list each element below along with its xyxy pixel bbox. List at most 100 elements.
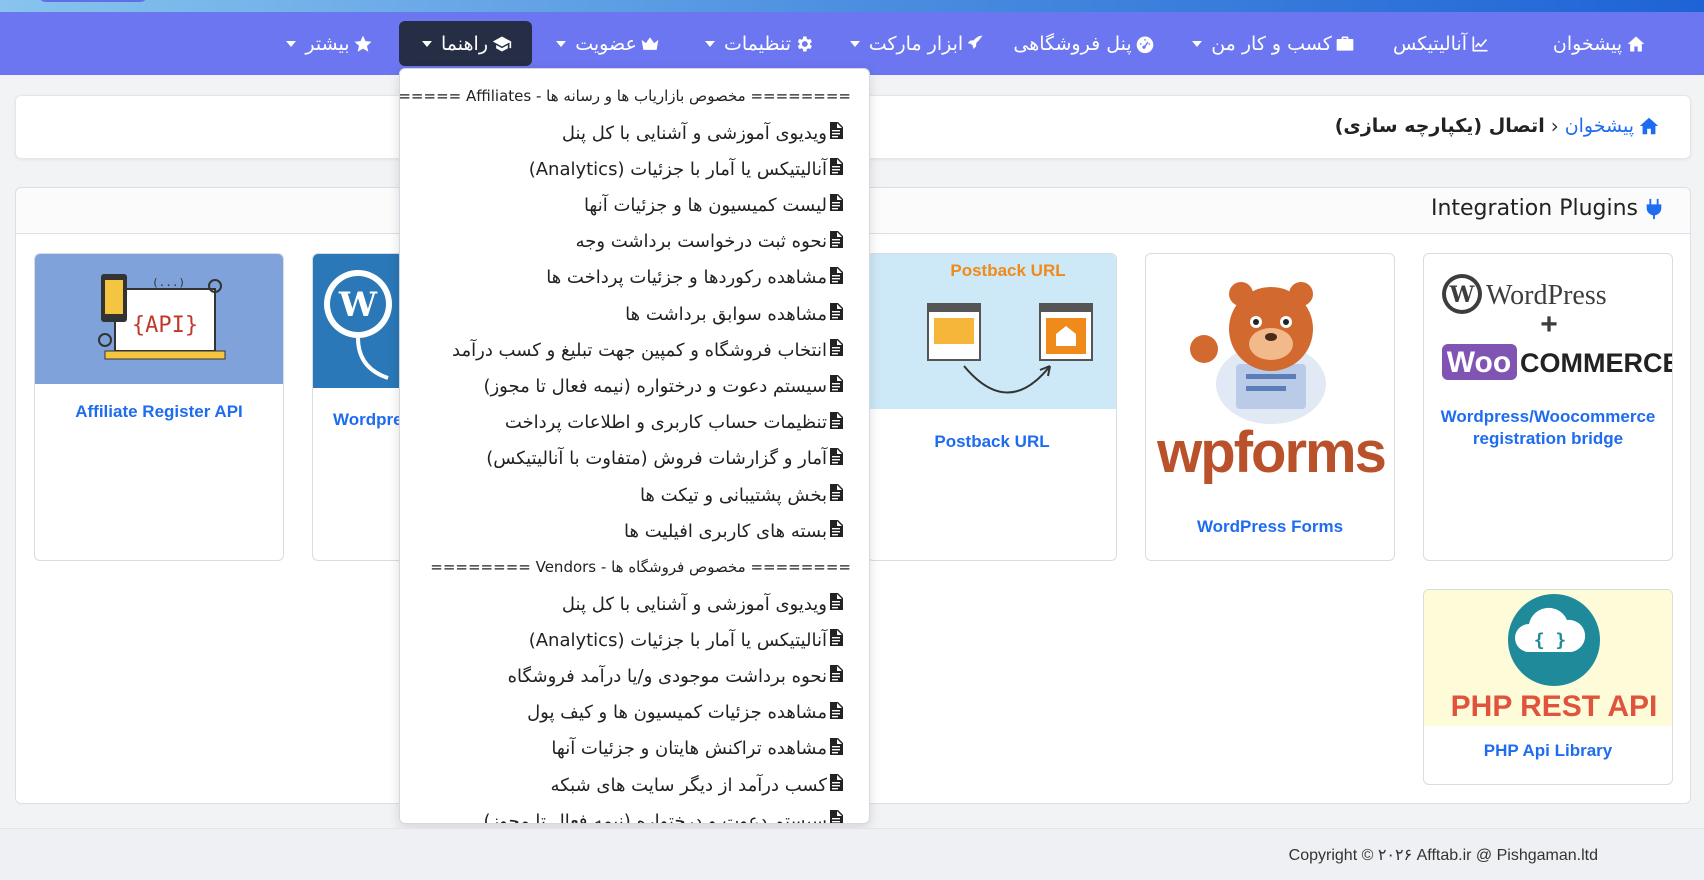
dropdown-item[interactable]: آنالیتیکس یا آمار با جزئیات (Analytics) (529, 158, 843, 180)
gear-icon (794, 33, 814, 55)
dropdown-item[interactable]: ویدیوی آموزشی و آشنایی با کل پنل (562, 593, 843, 615)
svg-text:{API}: {API} (132, 313, 198, 338)
plugin-label: Affiliate Register API (75, 402, 243, 421)
nav-dashboard-label: پیشخوان (1552, 32, 1623, 55)
dropdown-item[interactable]: مشاهده تراکنش هایتان و جزئیات آنها (551, 737, 843, 760)
plugin-card-woocommerce[interactable]: W WordPress + Woo COMMERCE Wordpress/Woo… (1423, 253, 1673, 561)
dropdown-item[interactable]: مشاهده رکوردها و جزئیات پرداخت ها (546, 266, 843, 289)
dropdown-item[interactable]: آنالیتیکس یا آمار با جزئیات (Analytics) (529, 629, 843, 651)
dropdown-item[interactable]: کسب درآمد از دیگر سایت های شبکه (551, 774, 843, 796)
nav-shop-panel[interactable]: پنل فروشگاهی (1013, 21, 1153, 66)
dropdown-item-label: تنظیمات حساب کاربری و اطلاعات پرداخت (504, 412, 827, 434)
dropdown-item-label: سیستم دعوت و درختواره (نیمه فعال تا مجوز… (483, 810, 827, 824)
postback-illustration: Postback URL (868, 254, 1116, 409)
svg-text:{ }: { } (1534, 630, 1567, 651)
dropdown-item-label: سیستم دعوت و درختواره (نیمه فعال تا مجوز… (483, 375, 827, 397)
dropdown-item-label: مشاهده تراکنش هایتان و جزئیات آنها (551, 738, 827, 760)
chevron-down-icon (556, 40, 567, 47)
card-title: Integration Plugins (1431, 196, 1664, 221)
dropdown-item-label: نحوه ثبت درخواست برداشت وجه (575, 231, 827, 253)
chevron-down-icon (849, 40, 860, 47)
file-icon (829, 230, 843, 253)
svg-text:COMMERCE: COMMERCE (1520, 348, 1673, 378)
svg-text:wpforms: wpforms (1156, 420, 1385, 485)
dropdown-item-label: آمار و گزارشات فروش (متفاوت با آنالیتیکس… (486, 448, 827, 470)
breadcrumb-home-link[interactable]: پیشخوان (1565, 115, 1660, 137)
nav-settings-label: تنظیمات (723, 32, 791, 55)
top-pill (38, 0, 148, 2)
file-icon (829, 810, 843, 823)
dropdown-item-label: ویدیوی آموزشی و آشنایی با کل پنل (561, 122, 827, 144)
dropdown-item[interactable]: تنظیمات حساب کاربری و اطلاعات پرداخت (504, 411, 843, 434)
file-icon (829, 194, 843, 216)
file-icon (829, 774, 843, 796)
briefcase-icon (1335, 33, 1355, 55)
home-icon (1639, 117, 1659, 135)
file-icon (829, 266, 843, 289)
nav-my-business[interactable]: کسب و کار من (1192, 21, 1354, 66)
dropdown-item[interactable]: مشاهده سوابق برداشت ها (625, 303, 843, 325)
breadcrumb-home-label: پیشخوان (1564, 115, 1634, 137)
dropdown-item[interactable]: انتخاب فروشگاه و کمپین جهت تبلیغ و کسب د… (452, 339, 843, 361)
dropdown-item-label: مشاهده رکوردها و جزئیات پرداخت ها (546, 267, 827, 289)
dropdown-item[interactable]: سیستم دعوت و درختواره (نیمه فعال تا مجوز… (483, 810, 843, 824)
dashboard-gauge-icon (1135, 33, 1155, 55)
dropdown-item[interactable]: نحوه ثبت درخواست برداشت وجه (575, 230, 843, 253)
dropdown-item[interactable]: بسته های کاربری افیلیت ها (624, 520, 843, 542)
nav-my-business-label: کسب و کار من (1211, 32, 1332, 55)
svg-text:(...): (...) (152, 276, 185, 289)
wpforms-logo: wpforms (1146, 254, 1394, 494)
dropdown-item[interactable]: بخش پشتیبانی و تیکت ها (640, 484, 843, 506)
api-illustration: {API} (...) (35, 254, 283, 384)
svg-text:WordPress: WordPress (1486, 280, 1607, 311)
php-api-illustration: { } PHP REST API (1424, 590, 1672, 726)
top-gradient-strip (0, 0, 1704, 12)
nav-settings[interactable]: تنظیمات (704, 21, 812, 66)
dropdown-item[interactable]: لیست کمیسیون ها و جزئیات آنها (584, 194, 843, 216)
card-title-text: Integration Plugins (1430, 196, 1638, 221)
file-icon (829, 520, 843, 542)
file-icon (829, 701, 843, 724)
dropdown-item-label: مشاهده جزئیات کمیسیون ها و کیف پول (527, 702, 827, 724)
dropdown-item[interactable]: سیستم دعوت و درختواره (نیمه فعال تا مجوز… (483, 375, 843, 397)
svg-text:W: W (338, 285, 378, 325)
woocommerce-logo: W WordPress + Woo COMMERCE (1424, 254, 1672, 394)
plugin-card-wpforms[interactable]: wpforms WordPress Forms (1145, 253, 1395, 561)
dropdown-item-label: لیست کمیسیون ها و جزئیات آنها (583, 194, 827, 216)
nav-dashboard[interactable]: پیشخوان (1535, 21, 1665, 66)
dropdown-item[interactable]: نحوه برداشت موجودی و/یا درآمد فروشگاه (508, 665, 843, 687)
plugin-card-postback[interactable]: Postback URL Postback URL (867, 253, 1117, 561)
nav-more-label: بیشتر (305, 32, 350, 55)
dropdown-item[interactable]: آمار و گزارشات فروش (متفاوت با آنالیتیکس… (486, 447, 843, 470)
main-navbar: بیشتر راهنما عضویت تنظیمات ابزار مارکت پ… (0, 12, 1704, 75)
nav-analytics[interactable]: آنالیتیکس (1393, 21, 1490, 66)
plugin-card-affiliate-api[interactable]: {API} (...) Affiliate Register API (34, 253, 284, 561)
dropdown-item[interactable]: ویدیوی آموزشی و آشنایی با کل پنل (562, 122, 843, 144)
dropdown-item-label: نحوه برداشت موجودی و/یا درآمد فروشگاه (507, 665, 827, 687)
file-icon (829, 303, 843, 325)
breadcrumb: پیشخوان ‹ اتصال (یکپارچه سازی) (1335, 114, 1660, 138)
nav-membership[interactable]: عضویت (556, 21, 659, 66)
nav-guide[interactable]: راهنما (399, 21, 532, 66)
svg-text:PHP REST API: PHP REST API (1451, 690, 1658, 723)
dropdown-item[interactable]: مشاهده جزئیات کمیسیون ها و کیف پول (527, 701, 843, 724)
dropdown-item-label: انتخاب فروشگاه و کمپین جهت تبلیغ و کسب د… (452, 339, 827, 361)
crown-icon (640, 33, 660, 55)
nav-more[interactable]: بیشتر (285, 21, 372, 66)
nav-market-tools[interactable]: ابزار مارکت (849, 21, 983, 66)
plugin-card-php-api[interactable]: { } PHP REST API PHP Api Library (1423, 589, 1673, 785)
svg-text:+: + (1540, 308, 1558, 341)
file-icon (829, 629, 843, 651)
nav-shop-panel-label: پنل فروشگاهی (1013, 32, 1132, 55)
nav-membership-label: عضویت (575, 32, 637, 55)
chart-line-icon (1470, 33, 1490, 55)
plugin-label: Postback URL (934, 432, 1050, 451)
rocket-icon (966, 33, 986, 55)
file-icon (829, 158, 843, 180)
plug-icon (1646, 198, 1662, 219)
dropdown-item-label: بخش پشتیبانی و تیکت ها (639, 484, 827, 506)
file-icon (829, 447, 843, 470)
nav-guide-label: راهنما (441, 32, 488, 55)
chevron-left-icon: ‹ (1550, 114, 1559, 138)
file-icon (829, 339, 843, 361)
